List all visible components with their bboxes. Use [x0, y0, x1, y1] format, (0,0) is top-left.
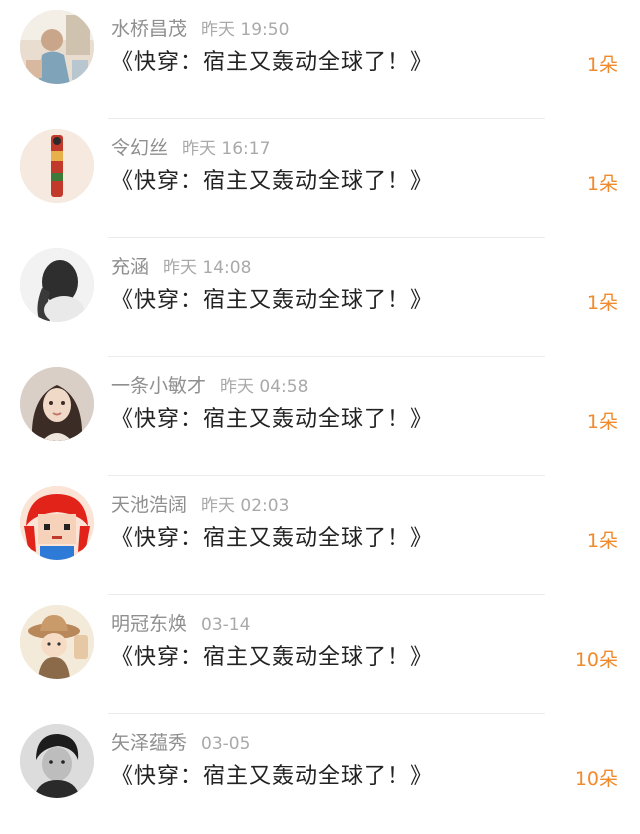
avatar-cartoon-hat-icon — [20, 605, 94, 679]
user-avatar[interactable] — [20, 10, 94, 84]
flower-count: 10朵 — [574, 768, 618, 790]
user-avatar[interactable] — [20, 605, 94, 679]
item-meta: 明冠东焕 03-14 — [111, 610, 250, 638]
user-avatar[interactable] — [20, 724, 94, 798]
username[interactable]: 明冠东焕 — [111, 613, 187, 635]
avatar-pixel-red-hair-icon — [20, 486, 94, 560]
avatar-dark-hair-back-icon — [20, 248, 94, 322]
flower-count: 1朵 — [586, 173, 618, 195]
timestamp: 昨天 04:58 — [220, 377, 309, 397]
book-title[interactable]: 《快穿：宿主又轰动全球了！》 — [111, 641, 433, 675]
book-title[interactable]: 《快穿：宿主又轰动全球了！》 — [111, 165, 433, 199]
user-avatar[interactable] — [20, 367, 94, 441]
flower-count: 1朵 — [586, 292, 618, 314]
timestamp: 03-05 — [201, 734, 251, 754]
item-meta: 水桥昌茂 昨天 19:50 — [111, 15, 289, 43]
list-item[interactable]: 天池浩阔 昨天 02:03 《快穿：宿主又轰动全球了！》 1朵 — [0, 476, 640, 595]
list-item[interactable]: 一条小敏才 昨天 04:58 《快穿：宿主又轰动全球了！》 1朵 — [0, 357, 640, 476]
flower-count: 1朵 — [586, 530, 618, 552]
username[interactable]: 一条小敏才 — [111, 375, 206, 397]
list-item[interactable]: 明冠东焕 03-14 《快穿：宿主又轰动全球了！》 10朵 — [0, 595, 640, 714]
user-avatar[interactable] — [20, 129, 94, 203]
item-meta: 充涵 昨天 14:08 — [111, 253, 251, 281]
avatar-photo-woman-icon — [20, 10, 94, 84]
list-item[interactable]: 令幻丝 昨天 16:17 《快穿：宿主又轰动全球了！》 1朵 — [0, 119, 640, 238]
avatar-girl-portrait-icon — [20, 367, 94, 441]
flower-count: 1朵 — [586, 411, 618, 433]
avatar-bw-boy-icon — [20, 724, 94, 798]
avatar-abstract-figure-icon — [20, 129, 94, 203]
timestamp: 昨天 14:08 — [163, 258, 252, 278]
timestamp: 昨天 02:03 — [201, 496, 290, 516]
book-title[interactable]: 《快穿：宿主又轰动全球了！》 — [111, 403, 433, 437]
book-title[interactable]: 《快穿：宿主又轰动全球了！》 — [111, 284, 433, 318]
book-title[interactable]: 《快穿：宿主又轰动全球了！》 — [111, 760, 433, 794]
gift-record-list: 水桥昌茂 昨天 19:50 《快穿：宿主又轰动全球了！》 1朵 令幻丝 昨天 16:… — [0, 0, 640, 834]
username[interactable]: 水桥昌茂 — [111, 18, 187, 40]
item-meta: 一条小敏才 昨天 04:58 — [111, 372, 308, 400]
list-item[interactable]: 水桥昌茂 昨天 19:50 《快穿：宿主又轰动全球了！》 1朵 — [0, 0, 640, 119]
item-meta: 令幻丝 昨天 16:17 — [111, 134, 270, 162]
list-item[interactable]: 矢泽蕴秀 03-05 《快穿：宿主又轰动全球了！》 10朵 — [0, 714, 640, 833]
flower-count: 10朵 — [574, 649, 618, 671]
item-meta: 天池浩阔 昨天 02:03 — [111, 491, 289, 519]
username[interactable]: 矢泽蕴秀 — [111, 732, 187, 754]
user-avatar[interactable] — [20, 248, 94, 322]
list-item[interactable]: 充涵 昨天 14:08 《快穿：宿主又轰动全球了！》 1朵 — [0, 238, 640, 357]
timestamp: 昨天 16:17 — [182, 139, 271, 159]
username[interactable]: 充涵 — [111, 256, 149, 278]
username[interactable]: 令幻丝 — [111, 137, 168, 159]
timestamp: 03-14 — [201, 615, 251, 635]
username[interactable]: 天池浩阔 — [111, 494, 187, 516]
timestamp: 昨天 19:50 — [201, 20, 290, 40]
book-title[interactable]: 《快穿：宿主又轰动全球了！》 — [111, 46, 433, 80]
item-meta: 矢泽蕴秀 03-05 — [111, 729, 250, 757]
flower-count: 1朵 — [586, 54, 618, 76]
user-avatar[interactable] — [20, 486, 94, 560]
book-title[interactable]: 《快穿：宿主又轰动全球了！》 — [111, 522, 433, 556]
